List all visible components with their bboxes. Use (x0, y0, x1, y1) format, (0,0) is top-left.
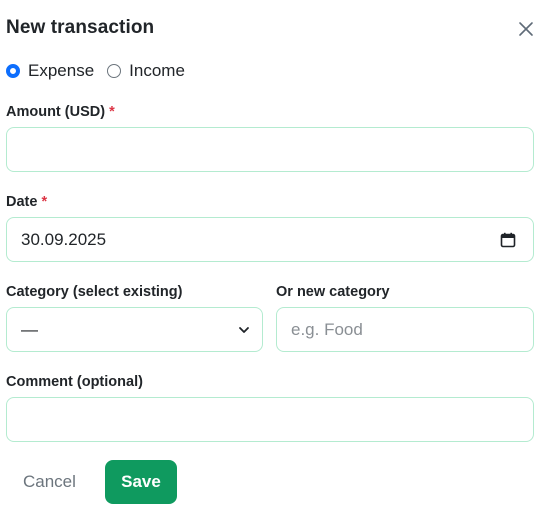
income-radio-option[interactable]: Income (107, 61, 185, 81)
date-label: Date * (6, 194, 47, 210)
category-select-value: — (21, 319, 38, 339)
amount-input[interactable] (6, 127, 534, 172)
income-radio[interactable] (107, 64, 122, 78)
category-select[interactable]: — (6, 307, 263, 352)
amount-label-text: Amount (USD) (6, 104, 106, 120)
new-transaction-dialog: New transaction Expense Income Amount (U… (0, 0, 546, 513)
expense-radio-option[interactable]: Expense (6, 61, 94, 81)
expense-radio-label: Expense (28, 61, 95, 80)
new-category-placeholder: e.g. Food (291, 319, 363, 339)
cancel-button[interactable]: Cancel (23, 472, 76, 492)
required-mark: * (41, 194, 48, 210)
calendar-icon[interactable] (500, 232, 516, 248)
comment-label: Comment (optional) (6, 374, 143, 390)
date-input-value: 30.09.2025 (21, 229, 107, 249)
close-button[interactable] (516, 19, 536, 39)
new-category-label: Or new category (276, 284, 390, 300)
new-category-input[interactable]: e.g. Food (276, 307, 534, 352)
close-icon (519, 22, 533, 36)
chevron-down-icon (239, 327, 249, 333)
save-button[interactable]: Save (105, 460, 177, 504)
amount-label: Amount (USD) * (6, 104, 115, 120)
category-label: Category (select existing) (6, 284, 183, 300)
date-input[interactable]: 30.09.2025 (6, 217, 534, 262)
comment-input[interactable] (6, 397, 534, 442)
dialog-title: New transaction (6, 17, 155, 38)
date-label-text: Date (6, 194, 38, 210)
expense-radio[interactable] (6, 64, 20, 78)
transaction-type-radio-group: Expense Income (6, 60, 185, 82)
income-radio-label: Income (129, 61, 185, 80)
required-mark: * (109, 104, 115, 120)
